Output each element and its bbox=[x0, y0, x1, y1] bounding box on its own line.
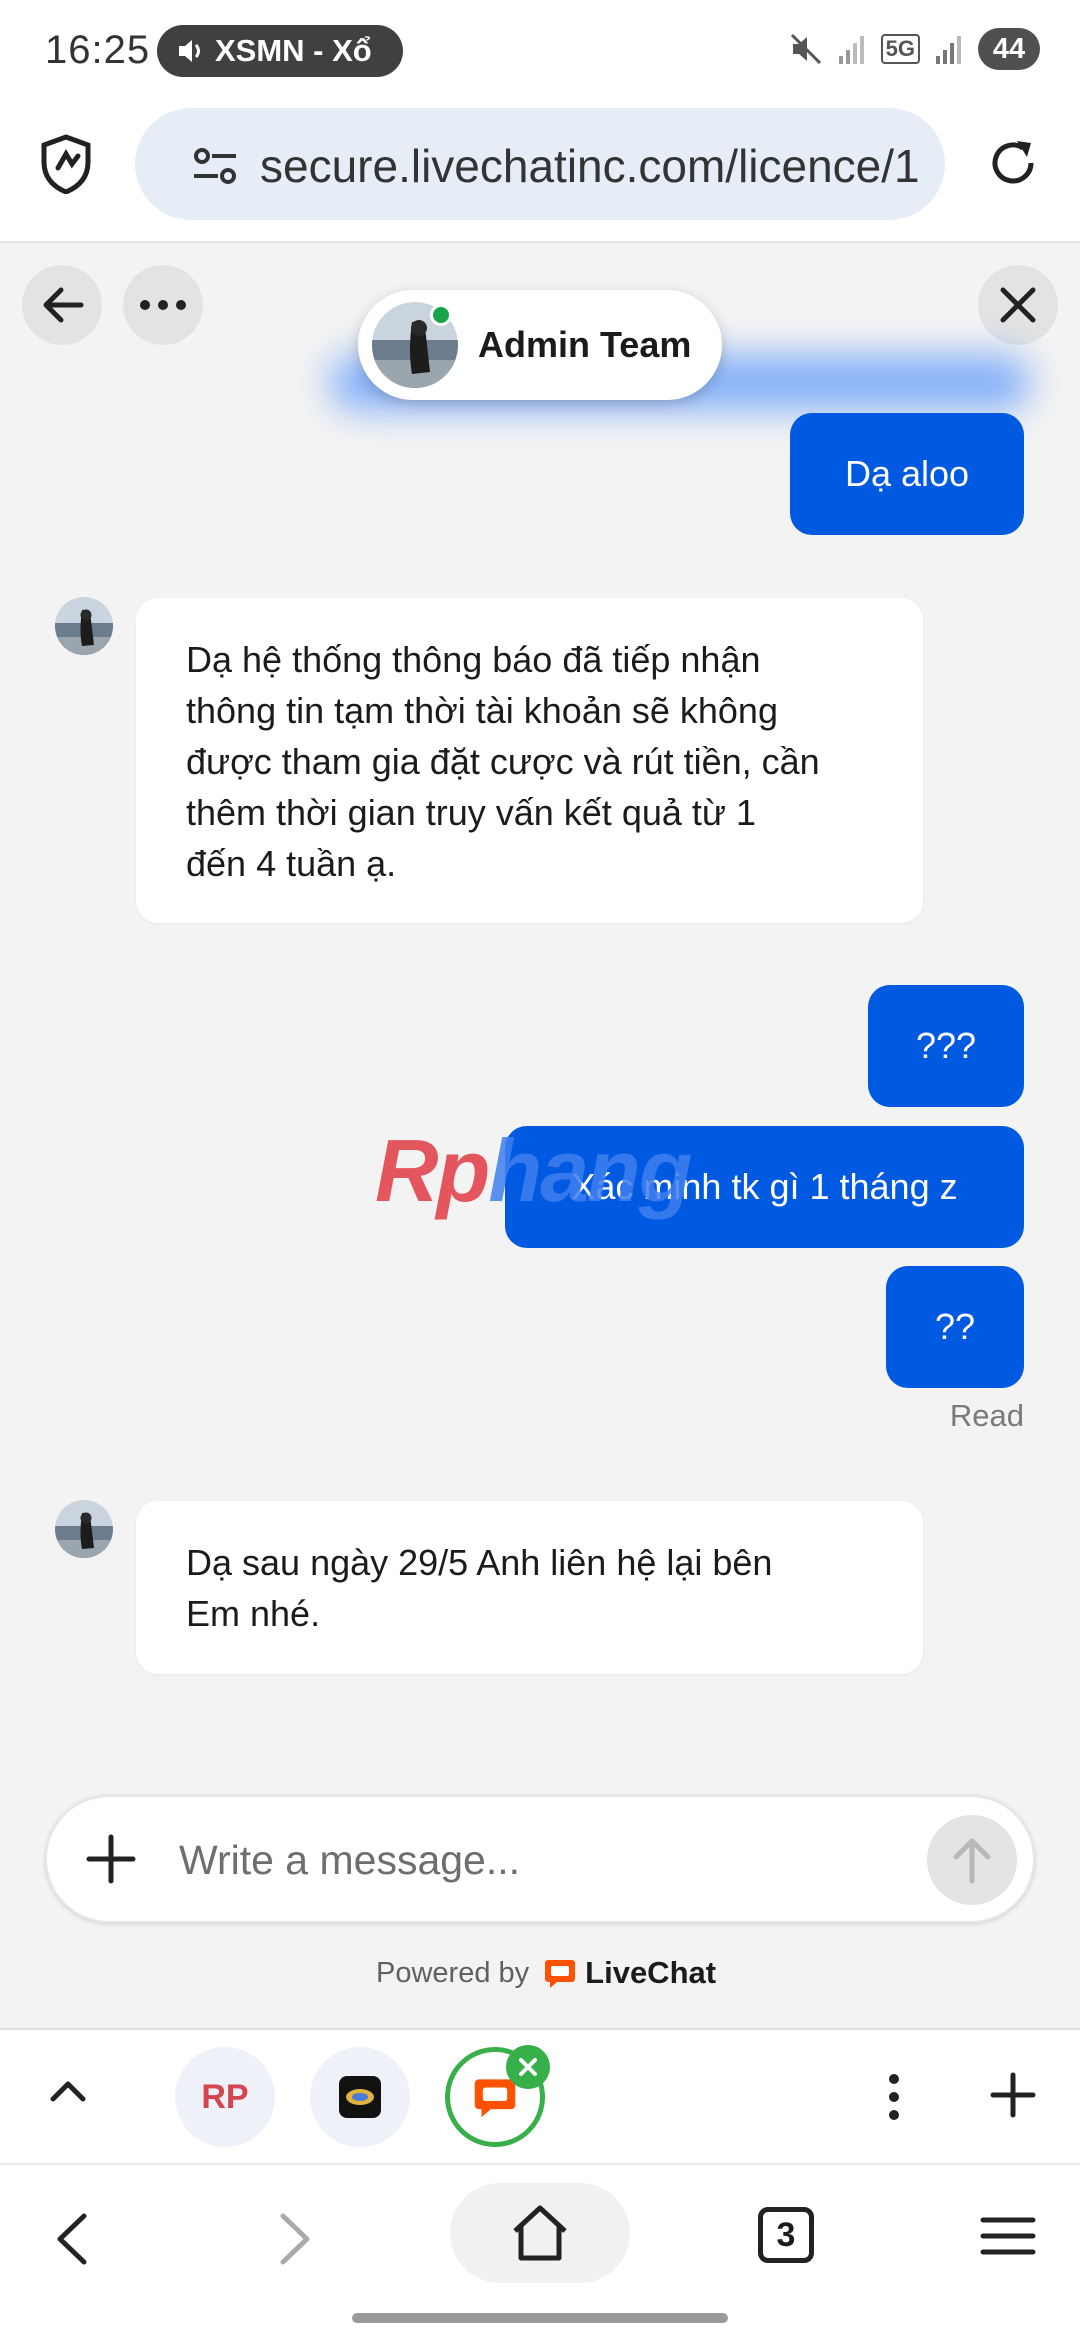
agent-message: Dạ hệ thống thông báo đã tiếp nhận thông… bbox=[136, 598, 923, 923]
reload-icon[interactable] bbox=[985, 135, 1041, 191]
agent-avatar-small bbox=[55, 1500, 113, 1558]
agent-message-line: Em nhé. bbox=[186, 1593, 321, 1634]
url-text: secure.livechatinc.com/licence/1 bbox=[260, 140, 920, 192]
tab-casino-app[interactable] bbox=[310, 2047, 410, 2147]
system-icons: 5G 44 bbox=[789, 28, 1040, 70]
back-nav-icon[interactable] bbox=[52, 2211, 92, 2267]
battery-indicator: 44 bbox=[978, 28, 1040, 70]
speaker-icon bbox=[179, 40, 200, 62]
app-favicon-icon bbox=[339, 2076, 381, 2118]
more-horizontal-icon bbox=[140, 300, 186, 310]
tab-rp-label: RP bbox=[201, 2077, 249, 2116]
agent-message-line: thêm thời gian truy vấn kết quả từ 1 bbox=[186, 792, 757, 833]
bottom-navigation: 3 bbox=[0, 2163, 1080, 2340]
close-chat-button[interactable] bbox=[978, 265, 1058, 345]
status-bar: 16:25 XSMN - Xổ 5G 44 bbox=[0, 0, 1080, 100]
agent-name: Admin Team bbox=[478, 324, 692, 365]
powered-by[interactable]: Powered by LiveChat bbox=[376, 1955, 716, 1991]
status-time: 16:25 bbox=[45, 28, 151, 72]
agent-message-line: đến 4 tuần ạ. bbox=[186, 843, 397, 884]
menu-icon[interactable] bbox=[980, 2215, 1036, 2257]
message-composer bbox=[45, 1795, 1035, 1923]
more-vertical-icon[interactable] bbox=[884, 2072, 904, 2122]
media-title: XSMN - Xổ bbox=[215, 33, 372, 68]
back-button[interactable] bbox=[22, 265, 102, 345]
tab-rp[interactable]: RP bbox=[175, 2047, 275, 2147]
visitor-message: ?? bbox=[886, 1266, 1024, 1388]
livechat-logo-icon bbox=[545, 1960, 576, 1988]
signal-icon-2 bbox=[936, 36, 961, 64]
watermark-logo: Rphang bbox=[375, 1121, 693, 1220]
agent-message-line: Dạ hệ thống thông báo đã tiếp nhận bbox=[186, 639, 761, 680]
browser-toolbar: secure.livechatinc.com/licence/1 bbox=[0, 100, 1080, 243]
close-icon bbox=[519, 2058, 537, 2076]
more-options-button[interactable] bbox=[123, 265, 203, 345]
network-type: 5G bbox=[880, 34, 920, 64]
send-button[interactable] bbox=[927, 1815, 1017, 1905]
home-button[interactable] bbox=[450, 2183, 630, 2283]
arrow-left-icon bbox=[43, 287, 84, 323]
forward-nav-icon[interactable] bbox=[275, 2211, 315, 2267]
agent-message-line: thông tin tạm thời tài khoản sẽ không bbox=[186, 690, 778, 731]
agent-header[interactable]: Admin Team bbox=[358, 290, 722, 400]
mute-icon bbox=[790, 33, 821, 65]
agent-message-line: được tham gia đặt cược và rút tiền, cần bbox=[186, 741, 820, 782]
shield-icon[interactable] bbox=[40, 134, 92, 194]
site-settings-icon[interactable] bbox=[190, 146, 240, 186]
signal-icon bbox=[838, 36, 864, 64]
online-status-dot bbox=[430, 304, 452, 326]
visitor-message: Dạ aloo bbox=[790, 413, 1024, 535]
address-bar[interactable]: secure.livechatinc.com/licence/1 bbox=[135, 108, 945, 220]
message-input[interactable] bbox=[179, 1827, 939, 1893]
close-icon bbox=[1000, 287, 1036, 323]
agent-message: Dạ sau ngày 29/5 Anh liên hệ lại bên Em … bbox=[136, 1501, 923, 1674]
arrow-up-icon bbox=[953, 1838, 991, 1884]
read-receipt: Read bbox=[949, 1398, 1024, 1433]
media-notification-pill[interactable]: XSMN - Xổ bbox=[157, 25, 403, 77]
agent-message-line: Dạ sau ngày 29/5 Anh liên hệ lại bên bbox=[186, 1542, 773, 1583]
tab-switcher-button[interactable]: 3 bbox=[758, 2207, 814, 2263]
chevron-up-icon[interactable] bbox=[48, 2078, 88, 2104]
add-attachment-icon[interactable] bbox=[83, 1831, 139, 1887]
tab-strip: RP bbox=[0, 2028, 1080, 2163]
home-icon bbox=[513, 2205, 567, 2261]
agent-avatar-small bbox=[55, 597, 113, 655]
gesture-bar bbox=[352, 2313, 728, 2323]
visitor-message: ??? bbox=[868, 985, 1024, 1107]
new-tab-icon[interactable] bbox=[990, 2072, 1036, 2118]
close-tab-button[interactable] bbox=[506, 2045, 550, 2089]
